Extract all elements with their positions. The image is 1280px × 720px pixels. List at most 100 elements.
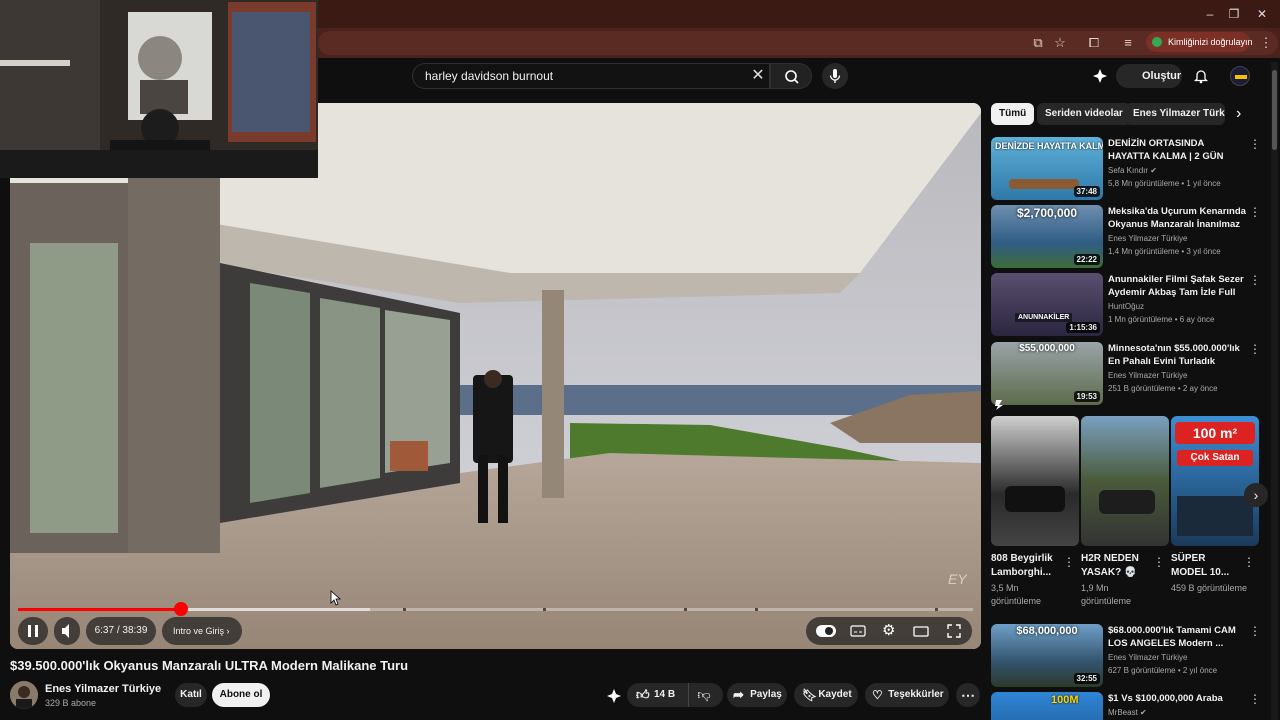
thumbs-down-icon: 👎︎ [697,687,711,702]
share-button[interactable]: ➦ Paylaş [727,683,787,707]
reading-list-icon[interactable]: ≡ [1120,35,1136,51]
more-actions-button[interactable]: ⋯ [956,683,980,707]
chapter-button[interactable]: Intro ve Giriş › [162,617,242,645]
more-vert-icon[interactable]: ⋮ [1249,692,1261,706]
short-overlay-badge: Çok Satan [1177,450,1253,466]
short-overlay-area: 100 m² [1175,422,1255,444]
channel-watermark: EY [948,571,967,587]
video-thumbnail: $68,000,000 32:55 [991,624,1103,687]
chapter-marker [935,608,938,611]
played-bar [18,608,182,611]
list-item[interactable]: $2,700,000 22:22 Meksika'da Uçurum Kenar… [991,205,1263,269]
mouse-cursor [330,590,342,606]
search-input[interactable]: harley davidson burnout [412,63,770,89]
shorts-logo-icon [993,398,1005,410]
subtitles-icon[interactable] [850,623,866,639]
dislike-button[interactable]: 👎︎ [692,683,716,707]
chapter-label: Intro ve Giriş [173,626,225,636]
notifications-bell-icon[interactable] [1193,68,1209,84]
channel-name: Enes Yilmazer Türkiye [1108,234,1188,243]
more-vert-icon[interactable]: ⋮ [1243,555,1255,569]
browser-menu-icon[interactable]: ⋮ [1258,35,1274,51]
create-button[interactable]: Oluştur [1116,64,1182,88]
theater-mode-icon[interactable] [913,623,929,639]
thanks-button[interactable]: ♡ Teşekkürler [865,683,949,707]
volume-button[interactable] [54,617,80,645]
more-vert-icon[interactable]: ⋮ [1249,205,1261,219]
list-item[interactable]: DENİZDE HAYATTA KALMA 37:48 DENİZİN ORTA… [991,137,1263,201]
search-button[interactable] [770,63,812,89]
progress-bar[interactable] [18,608,973,611]
video-frame-house [10,103,981,649]
close-window-icon[interactable]: ✕ [1254,6,1270,22]
volume-icon [62,624,69,638]
short-thumbnail [991,416,1079,546]
voice-search-button[interactable] [822,63,848,89]
short-item[interactable]: 100 m² Çok Satan SÜPER MODEL 10... ⋮ 459… [1171,416,1259,593]
install-app-icon[interactable]: ⧉ [1030,35,1046,51]
short-item[interactable]: 808 Beygirlik Lamborghi... ⋮ 3,5 Mn görü… [991,416,1079,606]
scrollbar-thumb[interactable] [1272,70,1277,150]
more-vert-icon[interactable]: ⋮ [1249,273,1261,287]
page-scrollbar[interactable] [1271,62,1278,720]
fullscreen-icon[interactable] [946,623,962,639]
chapter-marker [684,608,687,611]
more-vert-icon[interactable]: ⋮ [1153,555,1165,569]
list-item[interactable]: $55,000,000 19:53 Minnesota'nın $55.000.… [991,342,1263,406]
chip-series[interactable]: Seriden videolar [1037,103,1131,125]
extensions-icon[interactable]: ⧠ [1086,35,1102,51]
more-vert-icon[interactable]: ⋮ [1249,624,1261,638]
autoplay-toggle[interactable] [816,625,836,637]
minimize-icon[interactable]: – [1202,6,1218,22]
verify-identity-button[interactable]: Kimliğinizi doğrulayın [1146,32,1253,52]
list-item[interactable]: $68,000,000 32:55 $68.000.000'lık Tamami… [991,624,1263,688]
premium-sparkle-icon[interactable] [1092,68,1108,84]
thanks-label: Teşekkürler [888,689,944,700]
clear-search-icon[interactable]: ✕ [748,65,768,87]
short-views: 459 B görüntüleme [1171,583,1248,593]
more-vert-icon[interactable]: ⋮ [1063,555,1075,569]
duration-badge: 22:22 [1073,254,1100,265]
short-title: SÜPER MODEL 10... [1171,553,1230,578]
restore-icon[interactable]: ❐ [1226,6,1242,22]
settings-gear-icon[interactable]: ⚙ [882,623,898,639]
channel-name: Enes Yilmazer Türkiye [1108,371,1188,380]
video-thumbnail: $2,700,000 22:22 [991,205,1103,268]
subscribe-button[interactable]: Abone ol [212,683,270,707]
video-title: DENİZİN ORTASINDA HAYATTA KALMA | 2 GÜN [1108,138,1224,162]
channel-name: Sefa Kındır ✔ [1108,166,1157,175]
video-player[interactable]: EY 6:37 / 38:39 Intro ve Giriş › ⚙ [10,103,981,649]
time-text: 6:37 / 38:39 [94,625,148,636]
video-title: Anunnakiler Filmi Şafak Sezer Aydemir Ak… [1108,274,1244,298]
like-divider [688,683,689,707]
chip-all[interactable]: Tümü [991,103,1035,125]
channel-name: HuntOğuz [1108,302,1145,311]
chip-channel[interactable]: Enes Yilmazer Türkiye [1125,103,1225,125]
more-vert-icon[interactable]: ⋮ [1249,342,1261,356]
more-vert-icon[interactable]: ⋮ [1249,137,1261,151]
list-item[interactable]: 100M $1 Vs $100,000,000 Araba MrBeast ✔ … [991,692,1263,720]
shorts-next-button[interactable]: › [1244,483,1268,507]
video-meta: 1 Mn görüntüleme • 6 ay önce [1108,315,1215,324]
channel-avatar[interactable] [10,681,38,709]
account-avatar[interactable] [1230,66,1250,86]
pause-button[interactable] [18,617,48,645]
short-thumbnail: 100 m² Çok Satan [1171,416,1259,546]
join-button[interactable]: Katıl [175,683,207,707]
share-label: Paylaş [750,689,782,700]
ask-sparkle-icon[interactable] [606,688,622,704]
save-button[interactable]: 🔖︎ Kaydet [794,683,858,707]
bookmark-star-icon[interactable]: ☆ [1052,35,1068,51]
channel-name[interactable]: Enes Yilmazer Türkiye [45,683,161,695]
short-title: H2R NEDEN YASAK? 💀 [1081,553,1139,578]
chevron-right-icon[interactable]: › [1236,106,1250,122]
verified-icon: ✔ [1150,166,1157,175]
like-button[interactable]: 👍︎ 14 B [634,683,684,707]
microphone-icon [829,69,841,83]
video-title: Minnesota'nın $55.000.000'lık En Pahalı … [1108,343,1240,367]
short-item[interactable]: H2R NEDEN YASAK? 💀 ⋮ 1,9 Mn görüntüleme [1081,416,1169,606]
thumbnail-caption: DENİZDE HAYATTA KALMA [995,141,1103,151]
video-thumbnail: DENİZDE HAYATTA KALMA 37:48 [991,137,1103,200]
thumbnail-caption: 100M [1051,694,1079,706]
list-item[interactable]: ANUNNAKİLER 1:15:36 Anunnakiler Filmi Şa… [991,273,1263,337]
